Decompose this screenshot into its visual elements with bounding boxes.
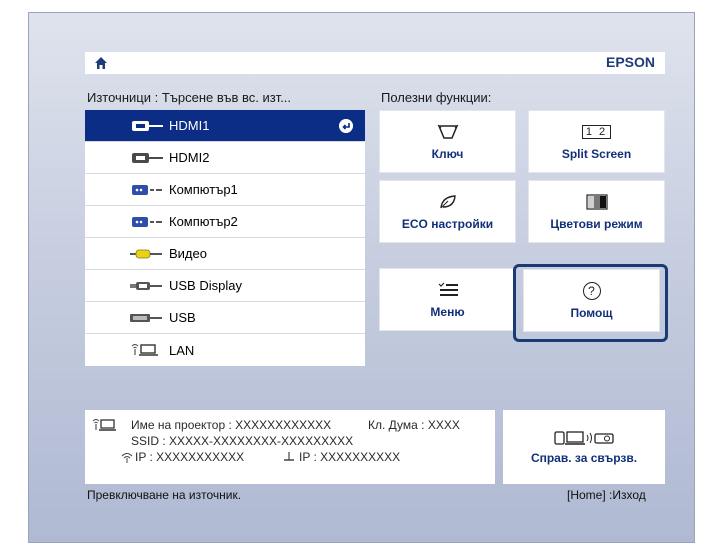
menu-tile[interactable]: Меню xyxy=(379,268,516,331)
source-item-hdmi2[interactable]: HDMI2 xyxy=(85,142,365,174)
network-info-panel: Име на проектор : XXXXXXXXXXXX Кл. Дума … xyxy=(85,410,495,484)
eco-settings-tile[interactable]: ECO настройки xyxy=(379,180,516,243)
source-item-hdmi1[interactable]: HDMI1 xyxy=(85,110,365,142)
rca-video-icon xyxy=(121,248,169,260)
source-label: LAN xyxy=(169,342,195,358)
useful-functions-grid: Ключ 1 2 Split Screen ECO настройки Цвет… xyxy=(379,110,665,243)
split-screen-label: Split Screen xyxy=(561,146,632,161)
wired-ip: IP : XXXXXXXXXX xyxy=(299,450,401,464)
vga-port-icon xyxy=(121,184,169,196)
connection-guide-label: Справ. за свързв. xyxy=(530,451,638,465)
eco-settings-label: ECO настройки xyxy=(401,216,494,231)
ssid: SSID : XXXXX-XXXXXXXX-XXXXXXXXX xyxy=(131,434,354,448)
source-label: HDMI2 xyxy=(169,150,210,165)
help-focus-highlight xyxy=(513,264,668,342)
source-item-video[interactable]: Видео xyxy=(85,238,365,270)
menu-label: Меню xyxy=(430,304,465,319)
functions-heading: Полезни функции: xyxy=(381,90,492,105)
source-item-usb[interactable]: USB xyxy=(85,302,365,334)
lan-network-icon xyxy=(92,419,116,431)
split-screen-icon-text: 1 2 xyxy=(581,124,612,139)
source-label: Компютър2 xyxy=(169,214,238,229)
menu-list-icon xyxy=(437,281,459,299)
hdmi-port-icon xyxy=(121,152,169,164)
keyword: Кл. Дума : XXXX xyxy=(368,418,460,432)
vga-port-icon xyxy=(121,216,169,228)
footer-exit-hint: [Home] :Изход xyxy=(567,488,646,502)
top-bar: EPSON xyxy=(85,52,665,74)
source-label: Видео xyxy=(169,246,207,261)
footer-hint: Превключване на източник. xyxy=(87,488,242,502)
source-label: Компютър1 xyxy=(169,182,238,197)
source-item-computer2[interactable]: Компютър2 xyxy=(85,206,365,238)
wireless-icon xyxy=(121,453,133,463)
keystone-icon xyxy=(437,123,459,141)
brand-logo: EPSON xyxy=(605,54,655,70)
source-item-computer1[interactable]: Компютър1 xyxy=(85,174,365,206)
color-mode-tile[interactable]: Цветови режим xyxy=(528,180,665,243)
leaf-icon xyxy=(438,193,458,211)
lan-network-icon xyxy=(121,343,169,357)
wired-lan-icon xyxy=(284,452,294,461)
usb-icon xyxy=(121,312,169,324)
device-connection-icon xyxy=(554,431,614,445)
sources-heading: Източници : Търсене във вс. изт... xyxy=(87,90,292,105)
source-item-lan[interactable]: LAN xyxy=(85,334,365,366)
color-mode-icon xyxy=(585,193,608,211)
color-mode-label: Цветови режим xyxy=(550,216,643,231)
home-icon[interactable] xyxy=(93,55,109,71)
projector-name: Име на проектор : XXXXXXXXXXXX xyxy=(131,418,332,432)
wireless-ip: IP : XXXXXXXXXXX xyxy=(135,450,245,464)
source-label: USB Display xyxy=(169,278,242,293)
key-label: Ключ xyxy=(431,146,464,161)
split-screen-icon: 1 2 xyxy=(581,123,612,141)
connection-guide-tile[interactable]: Справ. за свързв. xyxy=(503,410,665,484)
split-screen-tile[interactable]: 1 2 Split Screen xyxy=(528,110,665,173)
source-item-usb-display[interactable]: USB Display xyxy=(85,270,365,302)
source-list: HDMI1 HDMI2 Компютър1 Компютър2 Видео US… xyxy=(85,110,365,366)
hdmi-port-icon xyxy=(121,120,169,132)
projector-screen-frame: EPSON Източници : Търсене във вс. изт...… xyxy=(0,0,720,551)
source-label: USB xyxy=(169,310,196,325)
enter-icon xyxy=(339,119,353,133)
usb-display-icon xyxy=(121,280,169,292)
source-label: HDMI1 xyxy=(169,118,210,133)
key-tile[interactable]: Ключ xyxy=(379,110,516,173)
